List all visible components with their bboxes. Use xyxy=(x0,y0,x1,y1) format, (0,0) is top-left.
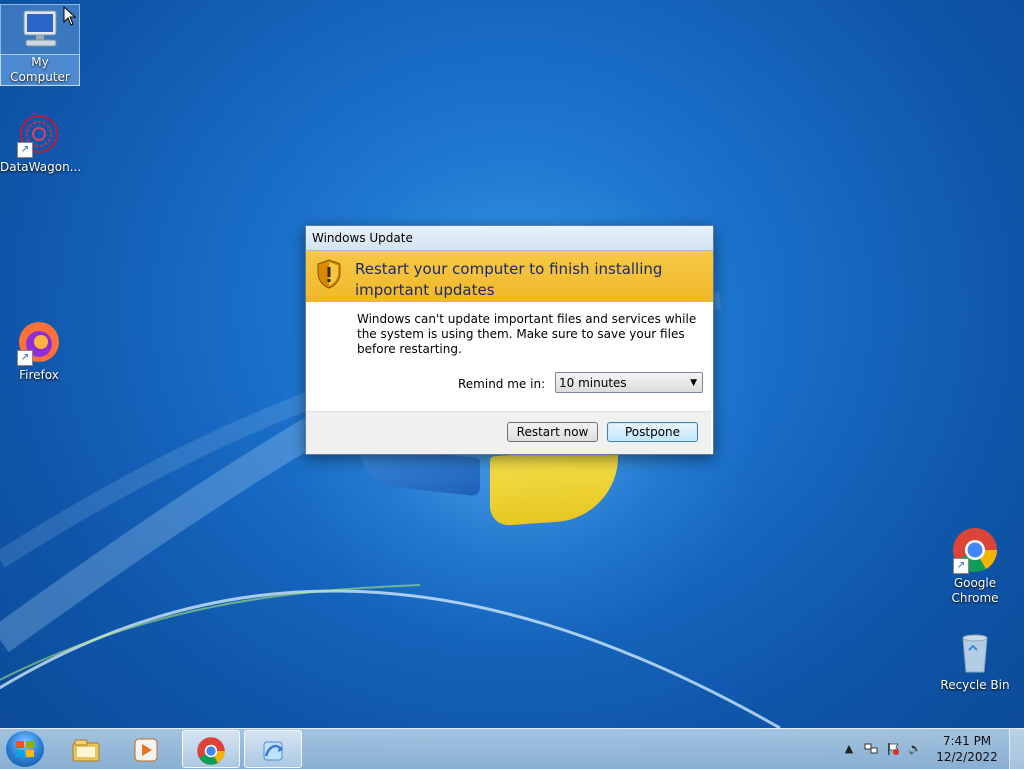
taskbar-file-explorer[interactable] xyxy=(58,730,116,768)
system-tray: ▲ 🔊 7:41 PM 12/2/2022 xyxy=(838,729,1024,769)
volume-icon[interactable]: 🔊 xyxy=(908,742,922,756)
recycle-bin-icon xyxy=(951,628,999,676)
file-explorer-icon xyxy=(72,739,100,762)
taskbar-chrome[interactable] xyxy=(182,730,240,768)
action-center-flag-icon[interactable] xyxy=(886,742,900,756)
taskbar-media-player[interactable] xyxy=(118,730,176,768)
media-player-icon xyxy=(134,738,158,762)
start-button[interactable] xyxy=(6,731,44,767)
shield-warning-icon xyxy=(317,259,341,289)
firefox-icon: ↗ xyxy=(15,318,63,366)
dialog-heading: Restart your computer to finish installi… xyxy=(355,260,663,299)
system-clock[interactable]: 7:41 PM 12/2/2022 xyxy=(932,733,1002,765)
desktop-icon-label: Recycle Bin xyxy=(940,678,1010,692)
shortcut-arrow-icon: ↗ xyxy=(17,142,33,158)
remind-interval-value: 10 minutes xyxy=(559,376,627,390)
taskbar-windows-update[interactable] xyxy=(244,730,302,768)
dropdown-arrow-icon: ▼ xyxy=(690,378,697,388)
postpone-button[interactable]: Postpone xyxy=(607,422,698,442)
dialog-footer: Restart now Postpone xyxy=(306,411,711,454)
desktop-icon-google-chrome[interactable]: ↗ Google Chrome xyxy=(936,526,1014,606)
dialog-title-bar[interactable]: Windows Update xyxy=(306,226,713,251)
dialog-message: Windows can't update important files and… xyxy=(357,312,697,356)
mouse-cursor-icon xyxy=(63,6,77,26)
windows-logo-icon xyxy=(16,741,34,757)
desktop-icon-label: Firefox xyxy=(19,368,59,382)
chrome-icon xyxy=(197,737,225,765)
desktop-icon-datawagon[interactable]: ↗ DataWagon... xyxy=(0,110,82,175)
shortcut-arrow-icon: ↗ xyxy=(953,558,969,574)
datawagon-icon: ↗ xyxy=(15,110,63,158)
taskbar: ▲ 🔊 7:41 PM 12/2/2022 xyxy=(0,728,1024,769)
clock-time: 7:41 PM xyxy=(942,734,992,748)
remind-interval-select[interactable]: 10 minutes ▼ xyxy=(555,372,703,393)
show-desktop-button[interactable] xyxy=(1009,729,1024,769)
desktop-icon-firefox[interactable]: ↗ Firefox xyxy=(0,318,78,383)
clock-date: 12/2/2022 xyxy=(936,750,998,764)
show-hidden-icons-icon[interactable]: ▲ xyxy=(842,742,856,756)
restart-now-button[interactable]: Restart now xyxy=(507,422,598,442)
wallpaper-logo-yellow xyxy=(490,447,618,527)
remind-me-label: Remind me in: xyxy=(458,377,546,391)
shortcut-arrow-icon: ↗ xyxy=(17,350,33,366)
desktop-icon-label: Google Chrome xyxy=(951,576,999,605)
desktop-icon-recycle-bin[interactable]: Recycle Bin xyxy=(936,628,1014,693)
computer-icon xyxy=(16,5,64,53)
windows-update-dialog: Windows Update Restart your computer to … xyxy=(305,225,714,455)
windows-update-icon xyxy=(263,741,284,761)
desktop-icon-label: My Computer xyxy=(0,54,80,86)
chrome-icon: ↗ xyxy=(951,526,999,574)
desktop-icon-label: DataWagon... xyxy=(0,160,82,174)
network-icon[interactable] xyxy=(864,742,878,756)
dialog-body: Windows can't update important files and… xyxy=(306,302,713,412)
dialog-warning-banner: Restart your computer to finish installi… xyxy=(306,251,713,302)
